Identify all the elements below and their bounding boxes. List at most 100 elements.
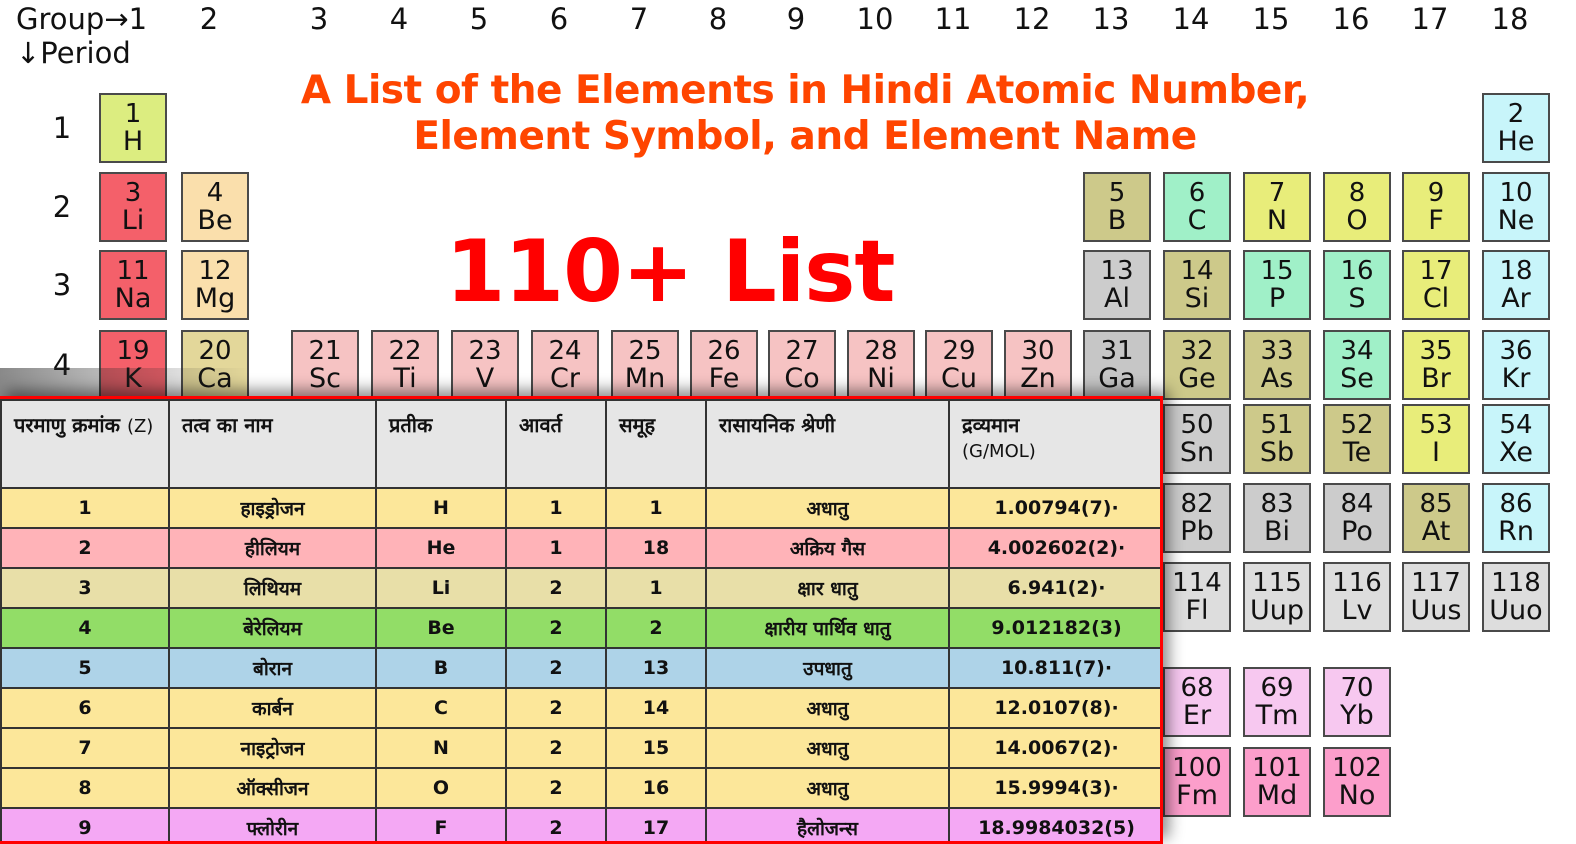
table-row[interactable]: 6कार्बनC214अधातु12.0107(8)·: [1, 688, 1163, 728]
element-cell-Li[interactable]: 3Li: [99, 172, 167, 242]
element-cell-Po[interactable]: 84Po: [1323, 483, 1391, 553]
element-cell-P[interactable]: 15P: [1243, 250, 1311, 320]
element-cell-Ge[interactable]: 32Ge: [1163, 330, 1231, 400]
table-row[interactable]: 9फ्लोरीनF217हैलोजन्स18.9984032(5): [1, 808, 1163, 844]
row-chemical-series: क्षार धातु: [706, 568, 949, 608]
element-cell-Mg[interactable]: 12Mg: [181, 250, 249, 320]
row-atomic-number: 8: [1, 768, 169, 808]
element-cell-Sb[interactable]: 51Sb: [1243, 404, 1311, 474]
element-cell-Pb[interactable]: 82Pb: [1163, 483, 1231, 553]
element-cell-Md[interactable]: 101Md: [1243, 747, 1311, 817]
row-period: 2: [506, 608, 606, 648]
element-cell-Uuo[interactable]: 118Uuo: [1482, 562, 1550, 632]
element-cell-Ga[interactable]: 31Ga: [1083, 330, 1151, 400]
element-cell-Sn[interactable]: 50Sn: [1163, 404, 1231, 474]
row-atomic-number: 2: [1, 528, 169, 568]
element-cell-He[interactable]: 2He: [1482, 93, 1550, 163]
group-number-10: 10: [841, 2, 909, 36]
element-cell-Cr[interactable]: 24Cr: [531, 330, 599, 400]
element-atomic-number: 3: [125, 180, 142, 206]
element-cell-Zn[interactable]: 30Zn: [1004, 330, 1072, 400]
row-period: 2: [506, 568, 606, 608]
element-cell-Al[interactable]: 13Al: [1083, 250, 1151, 320]
group-number-15: 15: [1237, 2, 1305, 36]
element-cell-Uup[interactable]: 115Uup: [1243, 562, 1311, 632]
element-atomic-number: 12: [198, 258, 231, 284]
element-cell-Ar[interactable]: 18Ar: [1482, 250, 1550, 320]
element-cell-At[interactable]: 85At: [1402, 483, 1470, 553]
element-cell-Si[interactable]: 14Si: [1163, 250, 1231, 320]
element-symbol: Lv: [1341, 597, 1372, 624]
element-cell-Cl[interactable]: 17Cl: [1402, 250, 1470, 320]
period-number-2: 2: [42, 190, 82, 224]
element-symbol: Mg: [195, 285, 235, 312]
element-cell-B[interactable]: 5B: [1083, 172, 1151, 242]
element-cell-Yb[interactable]: 70Yb: [1323, 667, 1391, 737]
element-cell-F[interactable]: 9F: [1402, 172, 1470, 242]
element-cell-Xe[interactable]: 54Xe: [1482, 404, 1550, 474]
element-cell-Be[interactable]: 4Be: [181, 172, 249, 242]
element-atomic-number: 70: [1340, 675, 1373, 701]
element-symbol: Md: [1257, 782, 1297, 809]
element-cell-Cu[interactable]: 29Cu: [925, 330, 993, 400]
element-cell-Tm[interactable]: 69Tm: [1243, 667, 1311, 737]
element-cell-C[interactable]: 6C: [1163, 172, 1231, 242]
element-symbol: Tm: [1256, 702, 1299, 729]
element-symbol: Mn: [625, 365, 665, 392]
element-cell-Ti[interactable]: 22Ti: [371, 330, 439, 400]
element-cell-H[interactable]: 1H: [99, 93, 167, 163]
row-symbol: H: [376, 488, 506, 528]
element-cell-Fm[interactable]: 100Fm: [1163, 747, 1231, 817]
element-cell-No[interactable]: 102No: [1323, 747, 1391, 817]
element-cell-K[interactable]: 19K: [99, 330, 167, 400]
table-row[interactable]: 8ऑक्सीजनO216अधातु15.9994(3)·: [1, 768, 1163, 808]
element-atomic-number: 7: [1269, 180, 1286, 206]
element-cell-Er[interactable]: 68Er: [1163, 667, 1231, 737]
element-cell-O[interactable]: 8O: [1323, 172, 1391, 242]
element-cell-Kr[interactable]: 36Kr: [1482, 330, 1550, 400]
element-cell-Na[interactable]: 11Na: [99, 250, 167, 320]
element-cell-Mn[interactable]: 25Mn: [611, 330, 679, 400]
element-symbol: Br: [1421, 365, 1451, 392]
element-cell-Fe[interactable]: 26Fe: [690, 330, 758, 400]
row-atomic-number: 1: [1, 488, 169, 528]
row-symbol: Be: [376, 608, 506, 648]
element-cell-Sc[interactable]: 21Sc: [291, 330, 359, 400]
element-cell-Bi[interactable]: 83Bi: [1243, 483, 1311, 553]
table-row[interactable]: 2हीलियमHe118अक्रिय गैस4.002602(2)·: [1, 528, 1163, 568]
element-symbol: Sn: [1180, 439, 1214, 466]
element-cell-Uus[interactable]: 117Uus: [1402, 562, 1470, 632]
element-cell-I[interactable]: 53I: [1402, 404, 1470, 474]
header-atomic-number-unit: (Z): [127, 416, 153, 437]
row-element-name: हाइड्रोजन: [169, 488, 376, 528]
table-row[interactable]: 7नाइट्रोजनN215अधातु14.0067(2)·: [1, 728, 1163, 768]
group-number-14: 14: [1157, 2, 1225, 36]
table-row[interactable]: 5बोरानB213उपधातु10.811(7)·: [1, 648, 1163, 688]
row-element-name: नाइट्रोजन: [169, 728, 376, 768]
table-row[interactable]: 4बेरेलियमBe22क्षारीय पार्थिव धातु9.01218…: [1, 608, 1163, 648]
element-atomic-number: 14: [1180, 258, 1213, 284]
element-cell-Lv[interactable]: 116Lv: [1323, 562, 1391, 632]
element-cell-Ca[interactable]: 20Ca: [181, 330, 249, 400]
element-cell-Br[interactable]: 35Br: [1402, 330, 1470, 400]
element-cell-V[interactable]: 23V: [451, 330, 519, 400]
element-cell-Ni[interactable]: 28Ni: [847, 330, 915, 400]
element-cell-Ne[interactable]: 10Ne: [1482, 172, 1550, 242]
table-row[interactable]: 1हाइड्रोजनH11अधातु1.00794(7)·: [1, 488, 1163, 528]
element-cell-Co[interactable]: 27Co: [768, 330, 836, 400]
element-cell-S[interactable]: 16S: [1323, 250, 1391, 320]
element-cell-Se[interactable]: 34Se: [1323, 330, 1391, 400]
row-group: 18: [606, 528, 706, 568]
group-number-9: 9: [762, 2, 830, 36]
element-cell-Fl[interactable]: 114Fl: [1163, 562, 1231, 632]
row-period: 2: [506, 808, 606, 844]
element-atomic-number: 36: [1499, 338, 1532, 364]
row-group: 1: [606, 488, 706, 528]
group-number-18: 18: [1476, 2, 1544, 36]
element-cell-As[interactable]: 33As: [1243, 330, 1311, 400]
element-cell-N[interactable]: 7N: [1243, 172, 1311, 242]
table-row[interactable]: 3लिथियमLi21क्षार धातु6.941(2)·: [1, 568, 1163, 608]
element-cell-Te[interactable]: 52Te: [1323, 404, 1391, 474]
element-atomic-number: 50: [1180, 412, 1213, 438]
element-cell-Rn[interactable]: 86Rn: [1482, 483, 1550, 553]
